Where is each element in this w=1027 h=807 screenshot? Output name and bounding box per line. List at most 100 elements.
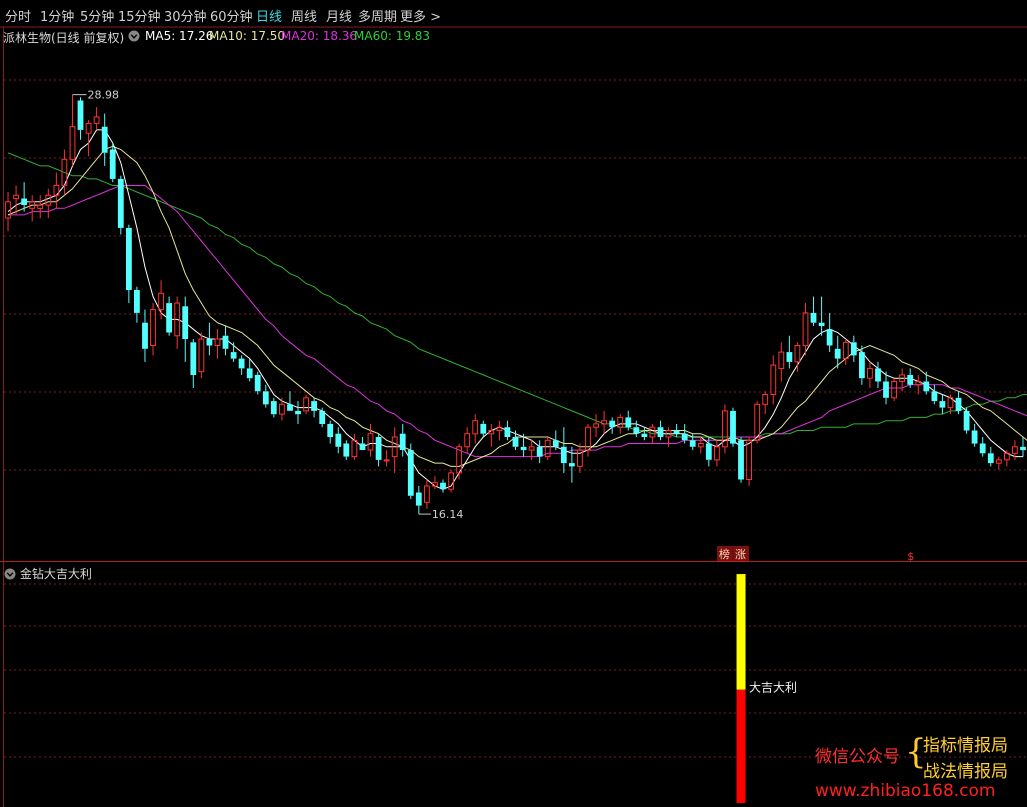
indicator-title-text: 金钻大吉大利 [19,567,92,581]
tab-10[interactable]: 更多 > [400,6,441,25]
watermark-url: www.zhibiao168.com [815,781,996,801]
candle-body-100 [810,312,817,323]
candle-body-2 [21,198,27,205]
candle-body-59 [480,423,487,434]
candle-body-36 [295,410,301,415]
watermark-line2: 战法情报局 [923,762,1008,782]
candle-body-116 [939,401,946,408]
candle-body-118 [955,397,962,411]
candle-body-17 [142,322,148,349]
candle-body-83 [673,430,680,434]
candle-body-40 [327,423,334,437]
candle-body-42 [343,443,350,457]
candle-body-62 [504,427,511,437]
tab-1[interactable]: 1分钟 [40,6,74,25]
candle-body-32 [262,391,269,405]
candle-body-41 [335,433,342,447]
candle-body-69 [560,446,567,464]
candle-body-122 [987,453,994,464]
candle-body-44 [359,443,366,450]
indicator-menu-icon[interactable] [4,568,16,580]
tab-0[interactable]: 分时 [5,6,31,25]
tab-9[interactable]: 多周期 [358,6,397,25]
stock-title[interactable]: 派林生物(日线 前复权) [3,29,124,46]
candle-body-108 [875,368,881,382]
candle-body-119 [963,410,970,431]
candle-body-114 [923,381,930,392]
candle-body-66 [536,446,543,457]
candle-body-28 [230,352,237,359]
watermark-line1: 指标情报局 [923,736,1008,756]
candle-body-126 [1020,446,1026,451]
ma10-value: MA10: 17.50 [209,29,286,43]
candle-body-87 [705,443,712,460]
dropdown-icon[interactable] [128,30,140,45]
candle-body-63 [512,437,519,447]
candle-body-97 [786,352,793,362]
candle-body-46 [375,437,382,460]
tab-3[interactable]: 15分钟 [118,6,161,25]
marker-dollar: $ [907,550,914,563]
candle-body-12 [101,126,108,153]
high-label: 28.98 [87,89,119,102]
tab-5[interactable]: 60分钟 [210,6,253,25]
indicator-title[interactable]: 金钻大吉大利 [4,565,92,582]
indicator-bar-red [736,689,746,803]
tab-4[interactable]: 30分钟 [164,6,207,25]
candle-body-39 [319,410,326,424]
kline-chart[interactable]: 28.98 16.14 榜涨 $ 大吉大利 [0,0,1027,807]
indicator-bar-label: 大吉大利 [749,681,797,695]
candle-body-109 [883,381,889,398]
candle-body-106 [859,352,865,379]
candle-body-16 [134,290,140,313]
candle-body-9 [77,100,84,130]
candle-body-68 [552,440,559,447]
candle-body-27 [222,335,229,349]
candle-body-120 [971,430,978,444]
chart-grid [0,0,1027,807]
candle-body-30 [246,368,253,379]
ma5-value: MA5: 17.26 [145,29,214,43]
candle-body-70 [569,463,575,467]
tab-2[interactable]: 5分钟 [80,6,114,25]
candle-body-85 [689,440,696,447]
candle-body-33 [270,401,277,415]
candle-body-64 [520,446,527,451]
candle-body-20 [166,303,172,333]
ma20-value: MA20: 18.36 [281,29,358,43]
candle-body-54 [440,482,446,490]
candle-body-50 [407,450,414,496]
candle-body-29 [238,358,245,369]
candle-body-14 [117,178,124,228]
tab-8[interactable]: 月线 [326,6,352,25]
candle-body-47 [383,459,390,462]
candle-body-77 [625,417,632,428]
candle-body-112 [907,374,914,385]
candle-body-38 [311,401,317,411]
candle-body-15 [126,227,132,290]
low-label: 16.14 [432,508,464,521]
candle-body-35 [287,404,293,411]
candle-body-105 [850,342,857,356]
candle-body-121 [979,443,986,454]
marker-text-0: 榜 [719,547,730,561]
candle-body-22 [182,306,189,339]
candle-body-31 [254,374,261,392]
candle-body-75 [609,420,616,428]
tab-6[interactable]: 日线 [256,6,282,25]
marker-text-1: 涨 [735,548,746,561]
candle-body-115 [931,391,938,402]
candle-body-81 [657,427,664,437]
chart-background [0,0,1027,807]
ma-info-bar: 派林生物(日线 前复权) MA5: 17.26 MA10: 17.50 MA20… [0,27,1027,45]
candle-body-91 [738,440,744,480]
watermark-wechat: 微信公众号 [815,747,900,767]
candle-body-78 [633,427,640,434]
candle-body-51 [415,492,422,506]
ma60-value: MA60: 19.83 [354,29,431,43]
tab-7[interactable]: 周线 [291,6,317,25]
candle-body-102 [826,329,833,346]
candle-body-79 [641,433,648,437]
period-tabs: 分时 1分钟 5分钟 15分钟 30分钟 60分钟 日线 周线 月线 多周期 更多 > [0,0,1027,28]
candle-body-49 [399,433,406,450]
